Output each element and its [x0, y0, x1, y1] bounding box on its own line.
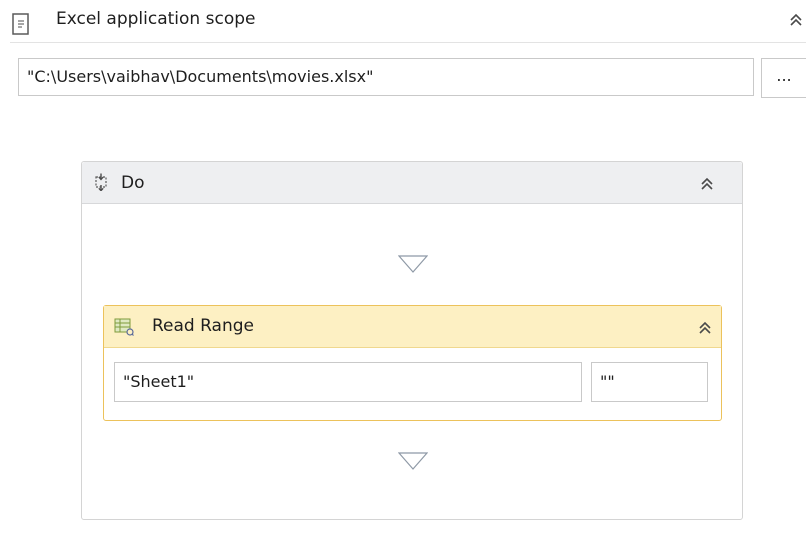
do-sequence[interactable]: Do Read Range "Sheet1" "": [81, 161, 743, 520]
read-range-activity[interactable]: Read Range "Sheet1" "": [103, 305, 722, 421]
sequence-icon: [95, 173, 107, 191]
excel-application-scope-header: Excel application scope: [10, 8, 806, 43]
double-chevron-up-icon[interactable]: [788, 12, 804, 28]
drop-target-arrow-icon[interactable]: [398, 452, 428, 470]
drop-target-arrow-icon[interactable]: [398, 255, 428, 273]
do-title: Do: [121, 173, 145, 193]
read-range-header: Read Range: [104, 306, 721, 348]
read-range-icon: [114, 318, 134, 336]
double-chevron-up-icon[interactable]: [697, 320, 713, 336]
range-field[interactable]: "": [591, 362, 708, 402]
scope-title: Excel application scope: [56, 9, 256, 29]
sheet-name-field[interactable]: "Sheet1": [114, 362, 582, 402]
workbook-path-field[interactable]: "C:\Users\vaibhav\Documents\movies.xlsx": [18, 58, 754, 96]
excel-scope-icon: [12, 13, 29, 35]
read-range-title: Read Range: [152, 316, 254, 336]
do-sequence-header: Do: [82, 162, 742, 204]
double-chevron-up-icon[interactable]: [699, 176, 715, 192]
browse-button[interactable]: ...: [761, 58, 806, 98]
